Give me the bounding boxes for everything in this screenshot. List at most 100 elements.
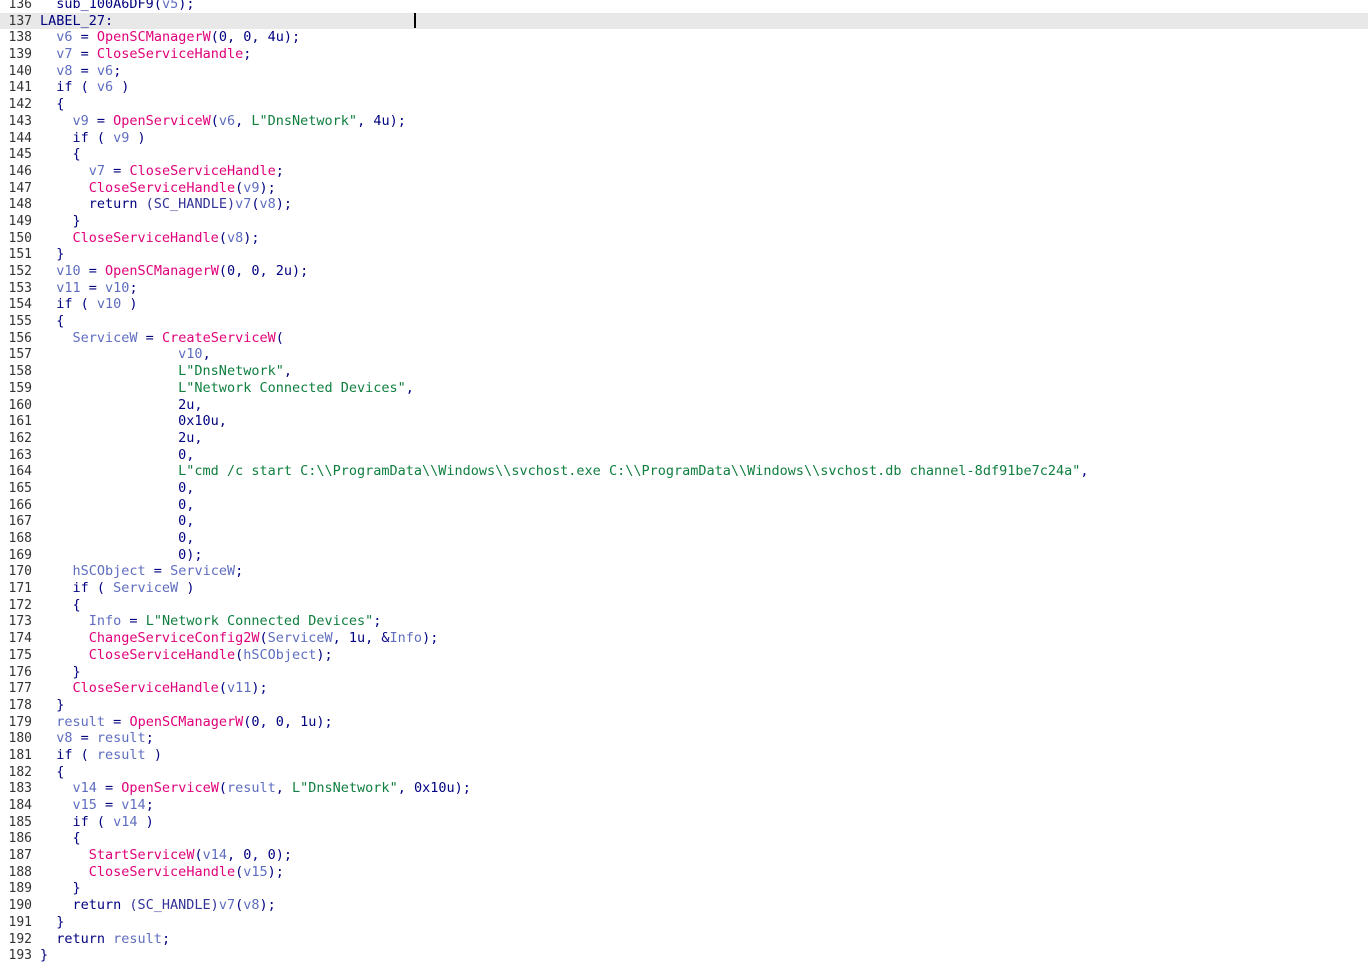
code-token: ) (113, 79, 130, 96)
code-line[interactable]: 142 { (0, 96, 1368, 113)
code-line[interactable]: 185 if ( v14 ) (0, 814, 1368, 831)
code-line[interactable]: 177 CloseServiceHandle(v11); (0, 680, 1368, 697)
code-line[interactable]: 137 LABEL_27: (0, 12, 1368, 30)
code-line[interactable]: 136 sub_100A6DF9(v5); (0, 0, 1368, 13)
code-line[interactable]: 174 ChangeServiceConfig2W(ServiceW, 1u, … (0, 630, 1368, 647)
code-line[interactable]: 192 return result; (0, 931, 1368, 948)
code-line[interactable]: 146 v7 = CloseServiceHandle; (0, 163, 1368, 180)
code-line[interactable]: 184 v15 = v14; (0, 797, 1368, 814)
code-line[interactable]: 165 0, (0, 480, 1368, 497)
code-token: Info (88, 613, 122, 630)
code-line[interactable]: 162 2u, (0, 430, 1368, 447)
code-line[interactable]: 143 v9 = OpenServiceW(v6, L"DnsNetwork",… (0, 113, 1368, 130)
code-line[interactable]: 157 v10, (0, 346, 1368, 363)
code-line[interactable]: 188 CloseServiceHandle(v15); (0, 864, 1368, 881)
code-line[interactable]: 154 if ( v10 ) (0, 296, 1368, 313)
code-token: CloseServiceHandle (129, 162, 276, 179)
code-line[interactable]: 139 v7 = CloseServiceHandle; (0, 46, 1368, 63)
code-line[interactable]: 193} (0, 947, 1368, 964)
line-number: 168 (8, 531, 32, 546)
code-line[interactable]: 150 CloseServiceHandle(v8); (0, 230, 1368, 247)
code-line[interactable]: 166 0, (0, 497, 1368, 514)
line-number: 162 (8, 430, 32, 446)
code-line[interactable]: 151 } (0, 246, 1368, 263)
code-line[interactable]: 186 { (0, 830, 1368, 847)
code-line[interactable]: 180 v8 = result; (0, 730, 1368, 747)
code-line[interactable]: 169 0); (0, 547, 1368, 564)
code-token: { (40, 96, 65, 113)
code-token: = (137, 329, 162, 346)
code-line[interactable]: 161 0x10u, (0, 413, 1368, 430)
code-text: L"Network Connected Devices", (40, 380, 414, 396)
code-token: v10 (178, 346, 203, 363)
code-token: v14 (72, 780, 97, 797)
code-line[interactable]: 191 } (0, 914, 1368, 931)
code-line[interactable]: 156 ServiceW = CreateServiceW( (0, 330, 1368, 347)
code-token: (SC_HANDLE) (145, 196, 236, 213)
code-text: 2u, (40, 430, 202, 446)
line-number: 156 (8, 330, 32, 346)
code-line[interactable]: 182 { (0, 764, 1368, 781)
code-line[interactable]: 158 L"DnsNetwork", (0, 363, 1368, 380)
line-number: 161 (8, 414, 32, 430)
line-number: 174 (8, 631, 32, 647)
code-line[interactable]: 138 v6 = OpenSCManagerW(0, 0, 4u); (0, 29, 1368, 46)
pseudocode-view[interactable]: 136 sub_100A6DF9(v5); 137 LABEL_27: 138 v6… (0, 0, 1368, 964)
line-number: 140 (8, 63, 32, 79)
code-line[interactable]: 144 if ( v9 ) (0, 130, 1368, 147)
code-line[interactable]: 175 CloseServiceHandle(hSCObject); (0, 647, 1368, 664)
code-line[interactable]: 163 0, (0, 447, 1368, 464)
code-line[interactable]: 149 } (0, 213, 1368, 230)
code-text: v10, (40, 346, 211, 362)
line-number: 183 (8, 781, 32, 797)
code-line[interactable]: 145 { (0, 146, 1368, 163)
code-line[interactable]: 172 { (0, 597, 1368, 614)
code-token: , (202, 346, 211, 363)
code-line[interactable]: 178 } (0, 697, 1368, 714)
code-line[interactable]: 173 Info = L"Network Connected Devices"; (0, 613, 1368, 630)
line-number: 165 (8, 480, 32, 496)
code-text: v15 = v14; (40, 797, 154, 813)
code-token: = (96, 780, 122, 797)
code-token: , (235, 112, 252, 129)
code-line[interactable]: 140 v8 = v6; (0, 63, 1368, 80)
code-token: (0, 0, 1u); (243, 713, 333, 730)
code-line[interactable]: 171 if ( ServiceW ) (0, 580, 1368, 597)
code-line[interactable]: 148 return (SC_HANDLE)v7(v8); (0, 196, 1368, 213)
code-text: 0, (40, 480, 194, 496)
code-line[interactable]: 152 v10 = OpenSCManagerW(0, 0, 2u); (0, 263, 1368, 280)
code-token: StartServiceW (88, 847, 195, 864)
code-token: ); (275, 196, 293, 213)
code-line[interactable]: 189 } (0, 880, 1368, 897)
code-line[interactable]: 167 0, (0, 513, 1368, 530)
code-token: v15 (243, 863, 268, 880)
code-line[interactable]: 179 result = OpenSCManagerW(0, 0, 1u); (0, 714, 1368, 731)
code-text: L"cmd /c start C:\\ProgramData\\Windows\… (40, 463, 1088, 479)
code-line[interactable]: 141 if ( v6 ) (0, 79, 1368, 96)
code-token: v8 (243, 897, 260, 914)
code-line[interactable]: 176 } (0, 664, 1368, 681)
code-line[interactable]: 170 hSCObject = ServiceW; (0, 563, 1368, 580)
code-line[interactable]: 187 StartServiceW(v14, 0, 0); (0, 847, 1368, 864)
code-line[interactable]: 147 CloseServiceHandle(v9); (0, 180, 1368, 197)
code-token: , (283, 363, 292, 380)
code-token: v11 (226, 680, 252, 697)
code-token: ) (129, 129, 146, 146)
code-line[interactable]: 168 0, (0, 530, 1368, 547)
code-line[interactable]: 155 { (0, 313, 1368, 330)
code-token: ; (243, 46, 252, 63)
code-line[interactable]: 190 return (SC_HANDLE)v7(v8); (0, 897, 1368, 914)
code-text: CloseServiceHandle(v8); (40, 230, 260, 246)
code-line[interactable]: 159 L"Network Connected Devices", (0, 380, 1368, 397)
code-token: = (105, 713, 130, 730)
code-token: (SC_HANDLE) (129, 897, 219, 914)
code-line[interactable]: 153 v11 = v10; (0, 280, 1368, 297)
code-token: (0, 0, 4u); (210, 29, 301, 46)
code-line[interactable]: 164 L"cmd /c start C:\\ProgramData\\Wind… (0, 463, 1368, 480)
code-line[interactable]: 183 v14 = OpenServiceW(result, L"DnsNetw… (0, 780, 1368, 797)
code-text: CloseServiceHandle(v9); (40, 180, 276, 196)
code-line[interactable]: 181 if ( result ) (0, 747, 1368, 764)
code-line[interactable]: 160 2u, (0, 397, 1368, 414)
line-number: 173 (8, 614, 32, 630)
